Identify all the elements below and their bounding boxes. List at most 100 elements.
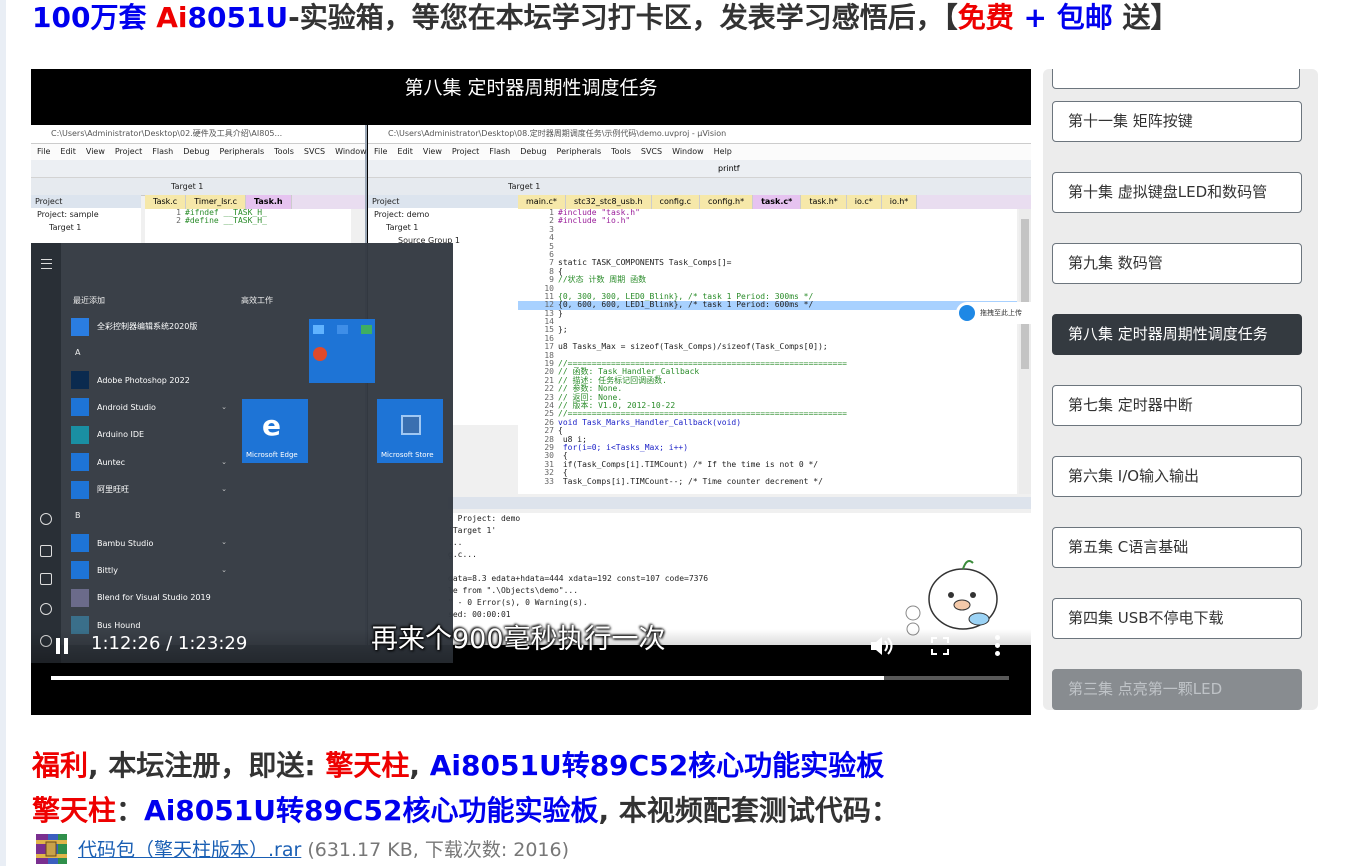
video-progress-bar[interactable]	[51, 676, 1009, 680]
episode-button[interactable]: 第七集 定时器中断	[1052, 385, 1302, 426]
editor-tab: Task.h	[245, 195, 292, 209]
code-text: , 本视频配套测试代码：	[598, 794, 899, 827]
editor-tab: main.c*	[518, 195, 566, 209]
menu-item: Help	[713, 147, 732, 156]
chevron-down-icon: ⌄	[221, 457, 227, 466]
settings-icon	[40, 603, 52, 615]
code-text: {0, 600, 600, LED1_Blink}, /* task 1 Per…	[558, 300, 814, 310]
app-icon	[71, 588, 89, 607]
volume-icon[interactable]	[869, 635, 893, 657]
start-rail	[31, 243, 61, 663]
fullscreen-icon[interactable]	[931, 637, 949, 655]
cloud-icon	[959, 305, 975, 321]
episode-button[interactable]: 第九集 数码管	[1052, 243, 1302, 284]
toolbar2-left: Target 1	[31, 178, 365, 196]
code-line: 31 if(Task_Comps[i].TIMCount) /* If the …	[518, 459, 1017, 469]
windows-start-menu: 最近添加 高效工作 全彩控制器编辑系统2020版 A Adobe Photoshop…	[31, 243, 453, 663]
start-menu-app: Auntec ⌄	[71, 449, 231, 476]
code-line: 26 void Task_Marks_Handler_Callback(void)	[518, 417, 1017, 427]
video-player[interactable]: 第八集 定时器周期性调度任务 C:\Users\Administrator\De…	[31, 69, 1031, 715]
app-icon	[71, 317, 89, 336]
code-text: Task_Comps[i].TIMCount--; /* Time counte…	[558, 476, 823, 486]
code-line: 17 u8 Tasks_Max = sizeof(Task_Comps)/size…	[518, 342, 1017, 352]
tree-item: Project: sample	[37, 210, 99, 219]
section-letter: A	[75, 348, 81, 358]
code-text: if(Task_Comps[i].TIMCount) /* If the tim…	[558, 459, 819, 469]
code-text: u8 Tasks_Max = sizeof(Task_Comps)/sizeof…	[558, 342, 828, 352]
build-output-header	[448, 497, 1031, 509]
episode-button[interactable]: 第十集 虚拟键盘LED和数码管	[1052, 172, 1302, 213]
store-label: Microsoft Store	[381, 451, 434, 459]
menu-item: View	[85, 147, 105, 156]
menu-item: SVCS	[303, 147, 326, 156]
mascot-sticker-icon	[905, 560, 998, 636]
hamburger-icon	[41, 259, 52, 269]
line-number: 33	[544, 476, 554, 486]
promo-plus: +	[1013, 1, 1057, 34]
project-header-left: Project	[31, 195, 141, 208]
code-text: }	[558, 308, 563, 318]
app-name: 阿里旺旺	[97, 485, 129, 495]
upload-hint-text: 拖拽至此上传	[980, 309, 1022, 317]
menu-item: Window	[335, 147, 367, 156]
code-line: 5	[518, 242, 1017, 251]
code-editor: 1 #include "task.h" 2 #include "io.h" 3 4 5 6 7 s…	[518, 209, 1017, 494]
menu-item: Flash	[489, 147, 511, 156]
episode-button[interactable]: 第八集 定时器周期性调度任务	[1052, 314, 1302, 355]
store-icon	[401, 415, 421, 435]
video-title: 第八集 定时器周期性调度任务	[404, 77, 658, 99]
app-icon	[71, 371, 89, 390]
more-options-icon[interactable]	[993, 635, 1001, 657]
target-label-right: Target 1	[508, 182, 541, 191]
episode-button[interactable]: 第十一集 矩阵按键	[1052, 101, 1302, 142]
menu-item: Peripherals	[556, 147, 602, 156]
build-output-line: 'Target 1'	[448, 526, 497, 535]
printf-label: printf	[718, 164, 740, 173]
welfare-comma: ,	[409, 749, 430, 782]
productivity-label: 高效工作	[241, 296, 273, 305]
app-icon	[71, 534, 89, 553]
menu-item: Debug	[183, 147, 210, 156]
toolbar2-right: Target 1	[368, 178, 1031, 196]
code-line: 7 static TASK_COMPONENTS Task_Comps[]=	[518, 258, 1017, 268]
download-meta: (631.17 KB, 下载次数: 2016)	[307, 838, 570, 861]
tree-item: Project: demo	[374, 210, 430, 219]
episode-button[interactable]: 第五集 C语言基础	[1052, 527, 1302, 568]
episode-button[interactable]: 第四集 USB不停电下载	[1052, 598, 1302, 639]
code-package-line: 擎天柱：Ai8051U转89C52核心功能实验板, 本视频配套测试代码：	[32, 789, 899, 829]
app-icon	[71, 453, 89, 472]
section-letter: B	[75, 511, 81, 521]
promo-text: -实验箱，等您在本坛学习打卡区，发表学习感悟后，【	[288, 1, 958, 34]
code-brand: 擎天柱	[32, 794, 117, 827]
chevron-down-icon: ⌄	[221, 565, 227, 574]
menu-item: Tools	[274, 147, 294, 156]
episode-item-partial[interactable]	[1052, 69, 1300, 89]
code-board: Ai8051U转89C52核心功能实验板	[144, 794, 599, 827]
code-text: //状态 计数 周期 函数	[558, 275, 647, 285]
menu-item: Peripherals	[219, 147, 265, 156]
code-line: 13}	[518, 308, 1017, 318]
video-timecode: 1:12:26 / 1:23:29	[91, 633, 248, 654]
episode-button[interactable]: 第三集 点亮第一颗LED	[1052, 669, 1302, 710]
app-icon	[71, 480, 89, 499]
start-menu-app: 阿里旺旺 ⌄	[71, 476, 231, 503]
app-name: 全彩控制器编辑系统2020版	[97, 322, 198, 332]
app-list: 全彩控制器编辑系统2020版 A Adobe Photoshop 2022 Andro…	[71, 313, 231, 639]
code-line: 3	[518, 225, 1017, 234]
pause-icon[interactable]	[55, 638, 69, 654]
episode-button[interactable]: 第六集 I/O输入输出	[1052, 456, 1302, 497]
picture-icon	[40, 573, 52, 585]
tree-item: Target 1	[386, 223, 419, 232]
promo-ai: Ai	[156, 1, 188, 34]
tree-item: Target 1	[49, 223, 82, 232]
code-colon: ：	[116, 794, 145, 827]
editor-tab: stc32_stc8_usb.h	[565, 195, 652, 209]
document-icon	[40, 545, 52, 557]
menu-item: Tools	[611, 147, 631, 156]
start-menu-app: Arduino IDE	[71, 421, 231, 448]
start-menu-app: Blend for Visual Studio 2019	[71, 584, 231, 611]
code-text: static TASK_COMPONENTS Task_Comps[]=	[558, 258, 732, 268]
download-link[interactable]: 代码包（擎天柱版本）.rar	[78, 835, 301, 862]
code-text: void Task_Marks_Handler_Callback(void)	[558, 417, 742, 427]
promo-banner: 100万套 Ai8051U-实验箱，等您在本坛学习打卡区，发表学习感悟后，【免费…	[32, 0, 1179, 40]
